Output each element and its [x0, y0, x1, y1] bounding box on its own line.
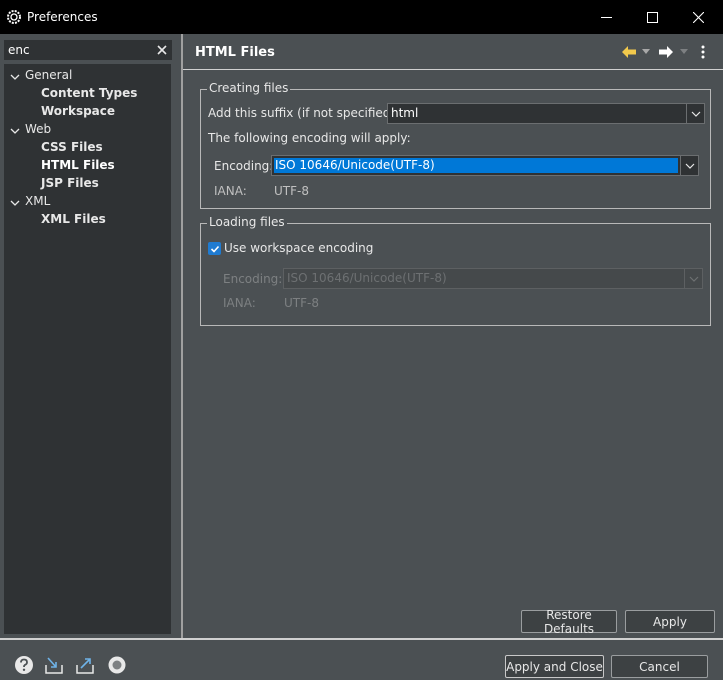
record-icon[interactable] — [107, 655, 127, 675]
tree-item-xml[interactable]: XML — [25, 192, 50, 210]
creating-encoding-value: ISO 10646/Unicode(UTF-8) — [275, 158, 435, 172]
preference-page: HTML Files Creating files Add this suffi… — [183, 34, 723, 638]
filter-text: enc — [8, 43, 30, 57]
close-button[interactable] — [675, 0, 721, 34]
dialog-footer: Apply and Close Cancel — [0, 640, 723, 680]
cancel-button[interactable]: Cancel — [611, 655, 708, 678]
creating-encoding-combo[interactable]: ISO 10646/Unicode(UTF-8) — [271, 155, 699, 176]
suffix-combo[interactable]: html — [387, 103, 705, 124]
loading-iana-label: IANA: — [223, 296, 256, 310]
loading-encoding-label: Encoding: — [223, 272, 283, 286]
encoding-note: The following encoding will apply: — [208, 131, 411, 145]
use-workspace-encoding-label[interactable]: Use workspace encoding — [224, 241, 373, 255]
back-arrow-icon[interactable] — [621, 44, 637, 60]
apply-and-close-button[interactable]: Apply and Close — [505, 655, 604, 678]
creating-iana-value: UTF-8 — [274, 184, 309, 198]
title-bar: Preferences — [0, 0, 723, 34]
back-dropdown-icon[interactable] — [642, 49, 650, 55]
help-icon[interactable] — [14, 655, 34, 675]
suffix-value: html — [391, 106, 419, 120]
export-icon[interactable] — [75, 655, 95, 675]
apply-button[interactable]: Apply — [625, 610, 715, 633]
chevron-down-icon[interactable] — [10, 126, 20, 136]
chevron-down-icon[interactable] — [10, 198, 20, 208]
loading-encoding-combo: ISO 10646/Unicode(UTF-8) — [283, 268, 703, 289]
minimize-button[interactable] — [583, 0, 629, 34]
suffix-label: Add this suffix (if not specified): — [208, 106, 400, 120]
chevron-down-icon — [689, 276, 698, 282]
view-menu-icon[interactable] — [700, 44, 706, 60]
close-icon — [692, 11, 704, 23]
restore-defaults-button[interactable]: Restore Defaults — [521, 608, 617, 636]
page-header: HTML Files — [183, 34, 723, 70]
tree-item-xml-files[interactable]: XML Files — [41, 210, 106, 228]
chevron-down-icon[interactable] — [10, 72, 20, 82]
navigation-pane: enc General Content Types Workspace Web … — [0, 34, 182, 638]
creating-iana-label: IANA: — [214, 184, 247, 198]
eclipse-gear-icon — [7, 10, 21, 24]
filter-input[interactable]: enc — [4, 40, 172, 60]
suffix-dropdown-button[interactable] — [686, 104, 704, 123]
chevron-down-icon — [685, 163, 694, 169]
forward-arrow-icon[interactable] — [658, 44, 674, 60]
creating-encoding-dropdown-button[interactable] — [680, 156, 698, 175]
maximize-icon — [646, 11, 658, 23]
loading-files-group: Loading files Use workspace encoding Enc… — [200, 215, 711, 326]
header-separator — [183, 69, 723, 70]
creating-files-group: Creating files Add this suffix (if not s… — [200, 81, 711, 209]
tree-item-html-files[interactable]: HTML Files — [41, 156, 115, 174]
use-workspace-encoding-checkbox[interactable] — [208, 242, 221, 255]
preference-tree: General Content Types Workspace Web CSS … — [4, 64, 171, 634]
loading-encoding-value: ISO 10646/Unicode(UTF-8) — [287, 271, 447, 285]
creating-files-legend: Creating files — [207, 81, 291, 95]
tree-item-general[interactable]: General — [25, 66, 72, 84]
tree-item-workspace[interactable]: Workspace — [41, 102, 115, 120]
tree-item-web[interactable]: Web — [25, 120, 51, 138]
tree-item-content-types[interactable]: Content Types — [41, 84, 137, 102]
creating-encoding-label: Encoding: — [214, 159, 274, 173]
checkmark-icon — [210, 245, 219, 253]
page-title: HTML Files — [195, 45, 275, 60]
tree-item-jsp-files[interactable]: JSP Files — [41, 174, 99, 192]
loading-iana-value: UTF-8 — [284, 296, 319, 310]
chevron-down-icon — [691, 111, 700, 117]
maximize-button[interactable] — [629, 0, 675, 34]
window-title: Preferences — [27, 10, 98, 24]
tree-item-css-files[interactable]: CSS Files — [41, 138, 103, 156]
loading-files-legend: Loading files — [207, 215, 287, 229]
forward-dropdown-icon[interactable] — [680, 49, 688, 55]
clear-filter-icon[interactable] — [156, 44, 168, 56]
import-icon[interactable] — [44, 655, 64, 675]
loading-encoding-dropdown-button — [684, 269, 702, 288]
minimize-icon — [600, 16, 612, 18]
